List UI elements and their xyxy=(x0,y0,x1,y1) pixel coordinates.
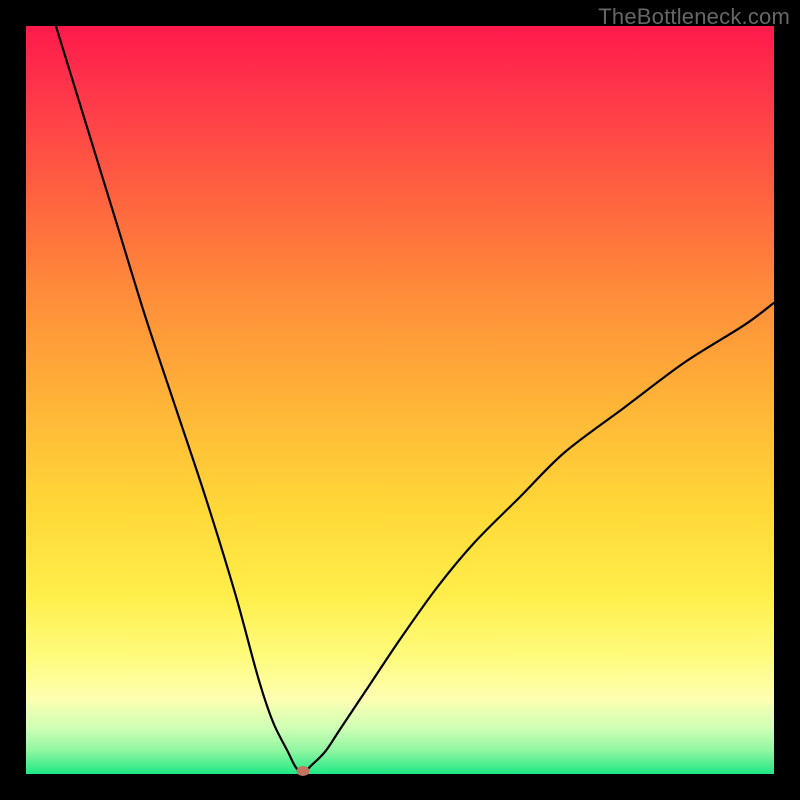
plot-area xyxy=(26,26,774,774)
chart-frame: TheBottleneck.com xyxy=(0,0,800,800)
bottleneck-curve xyxy=(26,26,774,774)
minimum-marker xyxy=(296,766,309,776)
